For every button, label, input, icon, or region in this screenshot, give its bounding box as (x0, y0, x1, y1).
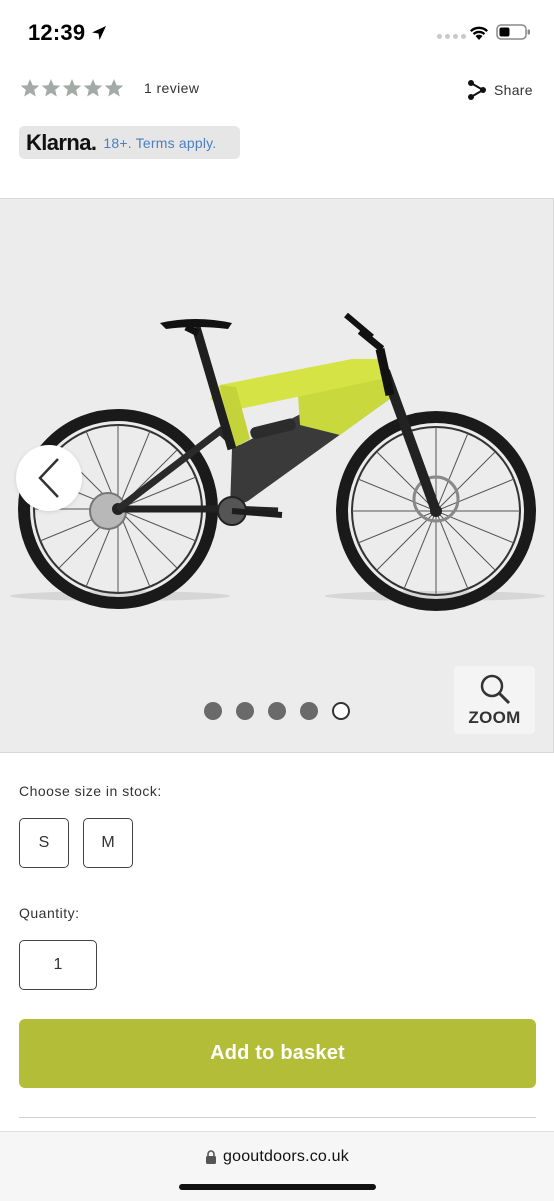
divider (19, 1117, 536, 1118)
share-label: Share (494, 82, 533, 98)
gallery-pagination (204, 702, 350, 720)
gallery-dot[interactable] (300, 702, 318, 720)
url-row[interactable]: gooutdoors.co.uk (0, 1148, 554, 1166)
rating-row: 1 review (20, 78, 199, 98)
review-count-link[interactable]: 1 review (144, 80, 199, 96)
star-rating[interactable] (20, 78, 124, 98)
klarna-terms-link[interactable]: 18+. Terms apply. (103, 135, 216, 151)
star-icon (104, 79, 124, 97)
klarna-badge[interactable]: Klarna. 18+. Terms apply. (19, 126, 240, 159)
url-text: gooutdoors.co.uk (223, 1148, 349, 1165)
gallery-dot[interactable] (332, 702, 350, 720)
signal-dots-icon (437, 34, 466, 39)
klarna-logo: Klarna. (26, 129, 97, 155)
zoom-label: ZOOM (468, 708, 521, 727)
status-time: 12:39 (28, 20, 86, 45)
gallery-prev-button[interactable] (16, 445, 82, 511)
quantity-label: Quantity: (19, 905, 80, 921)
size-option-s[interactable]: S (19, 818, 69, 868)
star-icon (20, 79, 40, 97)
gallery-dot[interactable] (204, 702, 222, 720)
size-label: Choose size in stock: (19, 783, 162, 799)
battery-icon (496, 24, 530, 40)
add-to-basket-button[interactable]: Add to basket (19, 1019, 536, 1088)
star-icon (62, 79, 82, 97)
lock-icon (206, 1150, 217, 1164)
share-icon (468, 80, 486, 100)
zoom-button[interactable]: ZOOM (454, 666, 535, 734)
zoom-icon (480, 674, 510, 705)
star-icon (83, 79, 103, 97)
status-bar: 12:39 (0, 0, 554, 62)
size-option-m[interactable]: M (83, 818, 133, 868)
gallery-dot[interactable] (268, 702, 286, 720)
wifi-icon (470, 26, 488, 40)
location-arrow-icon (92, 26, 106, 40)
star-icon (41, 79, 61, 97)
share-button[interactable]: Share (466, 79, 533, 101)
gallery-dot[interactable] (236, 702, 254, 720)
home-indicator[interactable] (179, 1184, 376, 1190)
chevron-left-icon (38, 458, 59, 498)
product-image-gallery[interactable]: ZOOM (0, 198, 554, 753)
browser-address-bar[interactable]: gooutdoors.co.uk (0, 1131, 554, 1201)
quantity-input[interactable] (19, 940, 97, 990)
